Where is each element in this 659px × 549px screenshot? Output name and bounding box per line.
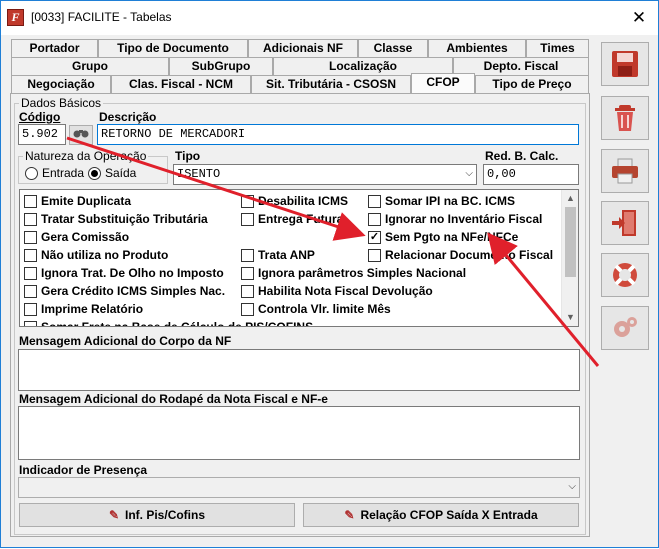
tab-tipo-documento[interactable]: Tipo de Documento bbox=[98, 39, 248, 57]
descricao-input[interactable]: RETORNO DE MERCADORI bbox=[97, 124, 579, 145]
tab-clas-fiscal-ncm[interactable]: Clas. Fiscal - NCM bbox=[111, 75, 251, 93]
red-calc-input[interactable]: 0,00 bbox=[483, 164, 579, 185]
tab-negociacao[interactable]: Negociação bbox=[11, 75, 111, 93]
option-label: Emite Duplicata bbox=[41, 194, 132, 208]
codigo-label: Código bbox=[19, 110, 61, 124]
tab-grupo[interactable]: Grupo bbox=[11, 57, 169, 75]
checkbox[interactable] bbox=[24, 285, 37, 298]
tab-portador[interactable]: Portador bbox=[11, 39, 98, 57]
edit-icon: ✎ bbox=[344, 508, 355, 522]
binoculars-icon bbox=[73, 128, 89, 142]
dados-basicos-title: Dados Básicos bbox=[19, 96, 104, 110]
entrada-label: Entrada bbox=[42, 166, 85, 180]
checkbox[interactable] bbox=[24, 249, 37, 262]
search-codigo-button[interactable] bbox=[69, 125, 93, 145]
window-title: [0033] FACILITE - Tabelas bbox=[31, 10, 172, 24]
app-icon: F bbox=[7, 9, 24, 26]
checkbox[interactable] bbox=[368, 213, 381, 226]
relacao-cfop-button[interactable]: ✎ Relação CFOP Saída X Entrada bbox=[303, 503, 579, 527]
mensagem-rodape-textarea[interactable] bbox=[18, 406, 580, 460]
option-label: Ignorar no Inventário Fiscal bbox=[385, 212, 543, 226]
checkbox[interactable] bbox=[241, 249, 254, 262]
option-label: Gera Crédito ICMS Simples Nac. bbox=[41, 284, 226, 298]
edit-icon: ✎ bbox=[108, 508, 120, 522]
tab-adicionais-nf[interactable]: Adicionais NF bbox=[248, 39, 358, 57]
checkbox[interactable] bbox=[24, 195, 37, 208]
option-label: Somar Frete na Base de Cálculo de PIS/CO… bbox=[41, 320, 314, 327]
options-checklist: Emite Duplicata Desabilita ICMS Somar IPI … bbox=[19, 189, 579, 327]
main-window: F [0033] FACILITE - Tabelas ✕ Portador T… bbox=[0, 0, 659, 548]
mensagem-corpo-label: Mensagem Adicional do Corpo da NF bbox=[19, 334, 232, 348]
option-label: Imprime Relatório bbox=[41, 302, 144, 316]
exit-button[interactable] bbox=[601, 201, 649, 245]
descricao-label: Descrição bbox=[99, 110, 157, 124]
option-label: Não utiliza no Produto bbox=[41, 248, 169, 262]
option-label: Ignora Trat. De Olho no Imposto bbox=[41, 266, 224, 280]
checkbox[interactable] bbox=[241, 213, 254, 226]
indicador-select[interactable]: ⌵ bbox=[18, 477, 580, 498]
tab-ambientes[interactable]: Ambientes bbox=[428, 39, 526, 57]
checkbox[interactable] bbox=[24, 231, 37, 244]
checkbox[interactable] bbox=[24, 321, 37, 326]
chevron-down-icon: ⌵ bbox=[568, 482, 576, 493]
checkbox[interactable] bbox=[241, 285, 254, 298]
tipo-value: ISENTO bbox=[177, 167, 221, 181]
option-label: Trata ANP bbox=[258, 248, 315, 262]
checkbox[interactable] bbox=[241, 267, 254, 280]
checkbox[interactable] bbox=[368, 249, 381, 262]
checked-checkbox[interactable]: ✓ bbox=[368, 231, 381, 244]
inf-pis-cofins-label: Inf. Pis/Cofins bbox=[125, 508, 206, 522]
entrada-radio[interactable] bbox=[25, 167, 38, 180]
saida-label: Saída bbox=[105, 166, 137, 180]
checkbox[interactable] bbox=[24, 303, 37, 316]
checkbox[interactable] bbox=[24, 267, 37, 280]
option-label: Relacionar Documento Fiscal bbox=[385, 248, 554, 262]
print-button[interactable] bbox=[601, 149, 649, 193]
option-label: Ignora parâmetros Simples Nacional bbox=[258, 266, 467, 280]
scroll-thumb[interactable] bbox=[565, 207, 576, 277]
tab-tipo-de-preco[interactable]: Tipo de Preço bbox=[475, 75, 589, 93]
close-button[interactable]: ✕ bbox=[623, 5, 655, 31]
tab-times[interactable]: Times bbox=[526, 39, 589, 57]
settings-button[interactable] bbox=[601, 306, 649, 350]
inf-pis-cofins-button[interactable]: ✎ Inf. Pis/Cofins bbox=[19, 503, 295, 527]
natureza-label: Natureza da Operação bbox=[23, 149, 149, 163]
indicador-label: Indicador de Presença bbox=[19, 463, 148, 477]
tab-cfop[interactable]: CFOP bbox=[411, 73, 475, 93]
tab-sit-tributaria-csosn[interactable]: Sit. Tributária - CSOSN bbox=[251, 75, 411, 93]
delete-button[interactable] bbox=[601, 96, 649, 140]
scroll-down-icon[interactable]: ▼ bbox=[562, 309, 578, 326]
saida-radio[interactable] bbox=[88, 167, 101, 180]
chevron-down-icon: ⌵ bbox=[465, 169, 473, 180]
checkbox[interactable] bbox=[368, 195, 381, 208]
option-label: Habilita Nota Fiscal Devolução bbox=[258, 284, 433, 298]
option-label: Sem Pgto na NFe/NFCe bbox=[385, 230, 519, 244]
cfop-panel: Dados Básicos Código 5.902 Descrição RET… bbox=[10, 93, 590, 537]
mensagem-rodape-label: Mensagem Adicional do Rodapé da Nota Fis… bbox=[19, 392, 328, 406]
tipo-select[interactable]: ISENTO ⌵ bbox=[173, 164, 477, 185]
checklist-scrollbar[interactable]: ▲ ▼ bbox=[561, 190, 578, 326]
codigo-input[interactable]: 5.902 bbox=[18, 124, 66, 145]
checkbox[interactable] bbox=[241, 303, 254, 316]
checkbox[interactable] bbox=[241, 195, 254, 208]
red-calc-label: Red. B. Calc. bbox=[485, 149, 559, 163]
option-label: Tratar Substituição Tributária bbox=[41, 212, 208, 226]
option-label: Gera Comissão bbox=[41, 230, 130, 244]
tab-classe[interactable]: Classe bbox=[358, 39, 428, 57]
save-button[interactable] bbox=[601, 42, 649, 86]
title-bar: F [0033] FACILITE - Tabelas ✕ bbox=[1, 1, 658, 35]
tipo-label: Tipo bbox=[175, 149, 201, 163]
tab-subgrupo[interactable]: SubGrupo bbox=[169, 57, 273, 75]
option-label: Somar IPI na BC. ICMS bbox=[385, 194, 516, 208]
help-button[interactable] bbox=[601, 253, 649, 297]
checkbox[interactable] bbox=[24, 213, 37, 226]
option-label: Entrega Futura bbox=[258, 212, 344, 226]
option-label: Controla Vlr. limite Mês bbox=[258, 302, 391, 316]
mensagem-corpo-textarea[interactable] bbox=[18, 349, 580, 391]
option-label: Desabilita ICMS bbox=[258, 194, 349, 208]
relacao-cfop-label: Relação CFOP Saída X Entrada bbox=[360, 508, 538, 522]
scroll-up-icon[interactable]: ▲ bbox=[562, 190, 578, 207]
